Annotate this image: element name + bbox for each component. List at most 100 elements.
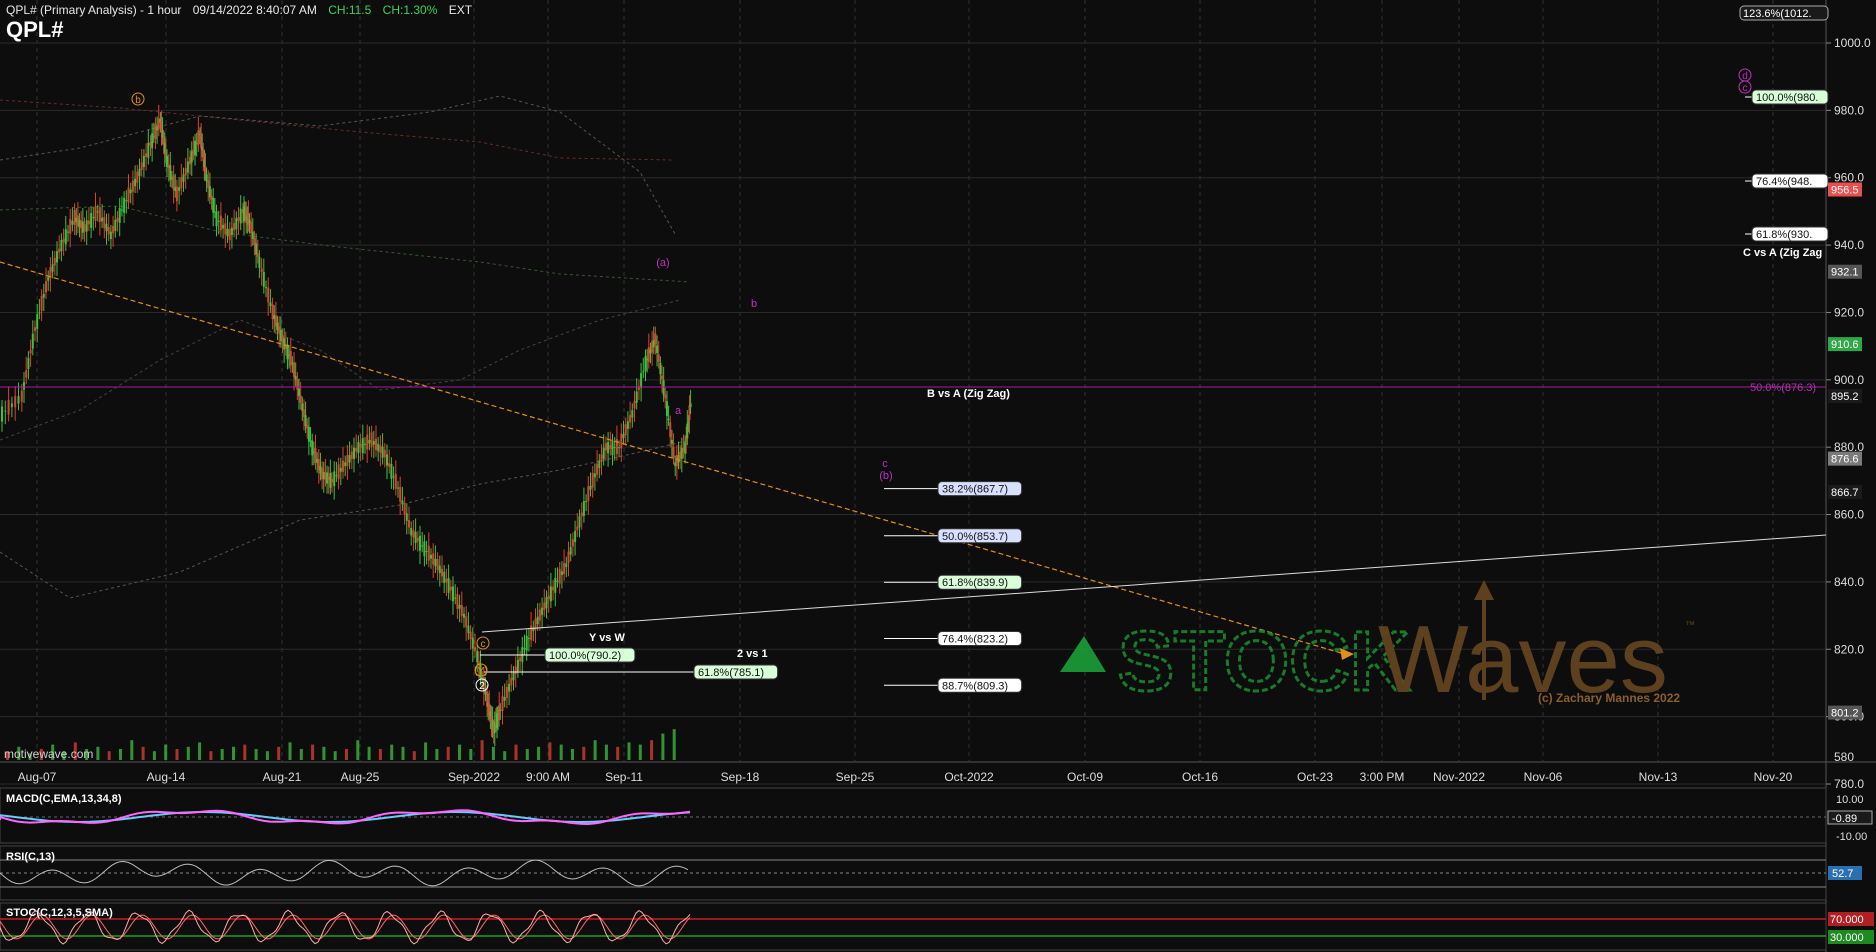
wave-label: d [1742, 71, 1748, 82]
candle-body [339, 467, 342, 472]
candle-body [582, 501, 585, 516]
candle-body [140, 162, 143, 170]
candle-body [469, 631, 472, 640]
candle-body [458, 604, 461, 609]
candle-body [17, 396, 20, 404]
volume-bar [537, 746, 541, 760]
candle-body [587, 486, 590, 502]
candle-body [101, 217, 104, 222]
candle-body [456, 594, 459, 609]
volume-bar [378, 749, 382, 760]
volume-bar [548, 742, 552, 760]
candle-body [447, 577, 450, 593]
candle-body [670, 439, 673, 444]
candle-body [357, 442, 360, 454]
candle-body [525, 635, 528, 651]
price-tick-label: 980.0 [1834, 103, 1864, 117]
candle-body [640, 373, 643, 388]
copyright-text: (c) Zachary Mannes 2022 [1538, 691, 1681, 705]
wave-label: (a) [656, 257, 669, 269]
wave-label: c [1743, 83, 1748, 94]
price-tick-label: 820.0 [1834, 642, 1864, 656]
candle-body [56, 251, 58, 263]
candle-body [14, 396, 17, 408]
candle-body [224, 223, 227, 235]
candle-body [449, 586, 452, 591]
candle-body [239, 208, 242, 224]
candle-body [226, 228, 229, 237]
candle-body [67, 231, 69, 233]
candle-body [624, 424, 627, 436]
candle-body [364, 443, 366, 445]
candle-body [34, 327, 36, 331]
candle-body [578, 516, 581, 528]
rsi-label: RSI(C,13) [6, 851, 55, 863]
candle-body [545, 597, 548, 609]
candle-body [69, 219, 72, 234]
b-vs-a-label: B vs A (Zig Zag) [927, 388, 1010, 400]
rsi-value: 52.7 [1832, 868, 1853, 880]
candle-body [20, 390, 23, 402]
candle-body [521, 647, 524, 662]
chart-title: QPL# (Primary Analysis) - 1 hour [6, 3, 182, 17]
candle-body [659, 362, 662, 375]
candle-body [416, 537, 419, 542]
candle-body [629, 415, 632, 423]
candle-body [350, 451, 353, 459]
chart-canvas[interactable]: Aug-07 Aug-14 Aug-21 Aug-25 Sep-2022 9:00 AM S… [0, 0, 1876, 952]
chart-change: CH:11.5 [328, 3, 372, 17]
wave-label: c [882, 458, 888, 470]
candle-body [434, 558, 437, 567]
candle-body [403, 503, 406, 515]
candle-body [178, 187, 181, 191]
candle-body [512, 672, 515, 681]
price-tag-label: 932.1 [1831, 267, 1859, 279]
volume-bar [141, 746, 145, 760]
candle-body [471, 637, 474, 649]
candle-body [269, 302, 272, 307]
wave-label: (Y) [474, 666, 487, 677]
candle-body [593, 473, 596, 478]
candle-body [657, 354, 660, 362]
candle-body [414, 531, 417, 544]
candle-body [127, 187, 130, 203]
candle-body [501, 696, 504, 712]
candle-body [571, 539, 574, 547]
volume-bar [491, 746, 495, 760]
volume-bar [604, 744, 608, 760]
time-tick-label: Aug-25 [341, 770, 380, 784]
candle-body [419, 535, 421, 551]
candle-body [574, 530, 577, 542]
candle-body [438, 565, 441, 574]
candle-body [31, 333, 34, 349]
candle-body [64, 229, 67, 245]
candle-body [154, 124, 157, 139]
volume-bar [232, 746, 235, 760]
volume-bar [152, 751, 156, 760]
candle-body [212, 197, 215, 213]
volume-bar [401, 746, 405, 760]
time-tick-label: Sep-11 [605, 770, 643, 784]
brand-tm: ™ [1685, 620, 1695, 631]
candle-body [337, 464, 340, 480]
candle-body [642, 371, 645, 373]
candle-body [622, 434, 625, 438]
price-tick-label: 940.0 [1834, 238, 1864, 252]
time-tick-label: 3:00 PM [1360, 770, 1405, 784]
volume-bar [164, 744, 168, 760]
candle-body [237, 217, 240, 221]
candle-body [379, 445, 382, 453]
candle-body [217, 220, 220, 222]
candle-body [441, 568, 443, 577]
candle-body [452, 586, 454, 602]
wave-label: (b) [879, 470, 892, 482]
time-tick-label: 9:00 AM [526, 770, 570, 784]
candle-body [585, 501, 588, 503]
price-tag-label: 801.2 [1831, 708, 1859, 720]
candle-body [109, 231, 112, 240]
candle-body [669, 422, 672, 438]
candle-body [235, 218, 238, 230]
price-tag-label: 910.6 [1831, 339, 1859, 351]
candle-body [607, 442, 610, 454]
price-tag-label: 123.6%(1012. [1743, 8, 1812, 20]
